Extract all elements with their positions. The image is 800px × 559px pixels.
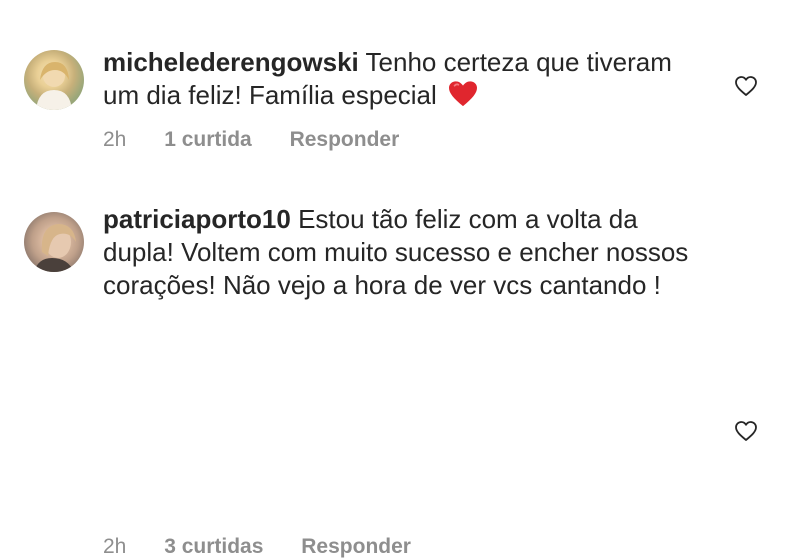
- comment-text: patriciaporto10 Estou tão feliz com a vo…: [103, 203, 713, 302]
- comment-username[interactable]: patriciaporto10: [103, 204, 291, 234]
- comment-meta: 2h 3 curtidas Responder: [103, 535, 411, 559]
- avatar[interactable]: [24, 212, 84, 272]
- comment-username[interactable]: michelederengowski: [103, 47, 359, 77]
- comment-meta: 2h 1 curtida Responder: [103, 128, 399, 152]
- reply-button[interactable]: Responder: [290, 128, 400, 152]
- heart-emoji: [449, 81, 478, 107]
- reply-button[interactable]: Responder: [301, 535, 411, 559]
- comment-likes-count[interactable]: 1 curtida: [164, 128, 252, 152]
- heart-outline-icon[interactable]: [734, 74, 758, 98]
- heart-outline-icon[interactable]: [734, 419, 758, 443]
- avatar-photo: [34, 224, 76, 272]
- comment-likes-count[interactable]: 3 curtidas: [164, 535, 263, 559]
- comment-time: 2h: [103, 535, 127, 558]
- comment-time: 2h: [103, 128, 127, 151]
- comment-item: michelederengowski Tenho certeza que tiv…: [0, 0, 800, 180]
- avatar[interactable]: [24, 50, 84, 110]
- avatar-photo: [36, 62, 72, 110]
- comment-text: michelederengowski Tenho certeza que tiv…: [103, 46, 713, 112]
